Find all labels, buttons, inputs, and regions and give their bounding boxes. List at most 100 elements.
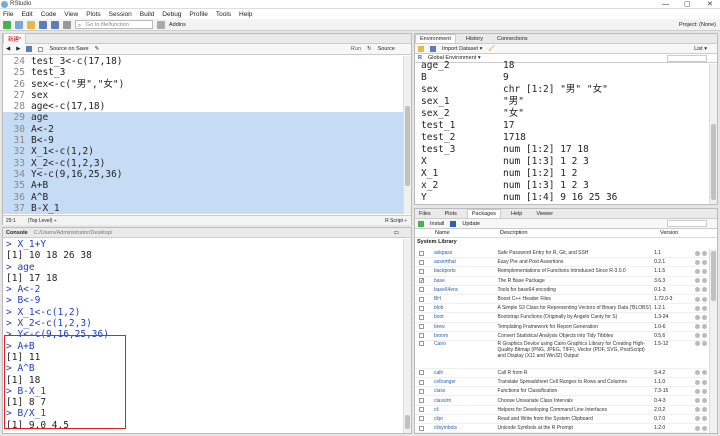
- package-load-checkbox[interactable]: [419, 340, 424, 346]
- code-line[interactable]: 26 sex<-c("男","女"): [3, 79, 403, 90]
- package-remove-icon[interactable]: [702, 379, 707, 385]
- package-name[interactable]: blob: [434, 305, 498, 311]
- package-row[interactable]: class Functions for Classification 7.3-15: [415, 387, 707, 397]
- env-row[interactable]: Xnum [1:3] 1 2 3: [415, 156, 707, 168]
- package-load-checkbox[interactable]: [419, 305, 424, 311]
- back-icon[interactable]: ◀: [6, 46, 10, 52]
- tab-packages[interactable]: Packages: [466, 209, 502, 218]
- code-line[interactable]: 30 A<-2: [3, 123, 403, 136]
- save-workspace-icon[interactable]: [430, 45, 436, 52]
- tab-editor-file[interactable]: 新建*: [3, 33, 27, 44]
- load-workspace-icon[interactable]: [418, 45, 424, 52]
- package-row[interactable]: broom Convert Statistical Analysis Object…: [415, 332, 707, 341]
- package-remove-icon[interactable]: [702, 370, 707, 376]
- code-line[interactable]: 27 sex: [3, 90, 403, 101]
- env-row[interactable]: test_1 17: [415, 120, 707, 132]
- env-row[interactable]: Ynum [1:4] 9 16 25 36: [415, 192, 707, 204]
- package-website-icon[interactable]: [695, 388, 701, 394]
- package-website-icon[interactable]: [695, 287, 701, 293]
- package-row[interactable]: brew Templating Framework for Report Gene…: [415, 323, 707, 332]
- file-type-selector[interactable]: R Script ÷: [385, 218, 407, 224]
- package-website-icon[interactable]: [695, 333, 701, 339]
- package-website-icon[interactable]: [695, 314, 701, 320]
- tab-console[interactable]: Console: [6, 230, 28, 236]
- package-load-checkbox[interactable]: [419, 296, 424, 302]
- package-name[interactable]: broom: [434, 333, 498, 339]
- package-remove-icon[interactable]: [702, 305, 707, 311]
- package-row[interactable]: askpass Safe Password Entry for R, Git, a…: [415, 249, 707, 259]
- package-row[interactable]: clisymbols Unicode Symbols at the R Promp…: [415, 424, 707, 433]
- import-dataset-button[interactable]: Import Dataset ▾: [442, 46, 482, 52]
- menu-debug[interactable]: Debug: [162, 11, 181, 18]
- menu-session[interactable]: Session: [109, 11, 132, 18]
- env-row[interactable]: test_3 num [1:2] 17 18: [415, 144, 707, 156]
- package-website-icon[interactable]: [695, 324, 701, 330]
- package-website-icon[interactable]: [695, 425, 701, 431]
- package-load-checkbox[interactable]: [419, 324, 424, 330]
- console-scrollbar[interactable]: [403, 239, 411, 433]
- menu-tools[interactable]: Tools: [216, 11, 231, 18]
- package-remove-icon[interactable]: [702, 425, 707, 431]
- env-row[interactable]: sex chr [1:2] "男" "女": [415, 84, 707, 96]
- env-row[interactable]: sex_2 "女": [415, 108, 707, 120]
- source-on-save-checkbox[interactable]: [38, 46, 44, 52]
- package-row[interactable]: boot Bootstrap Functions (Originally by A…: [415, 313, 707, 323]
- maximize-button[interactable]: ▢: [684, 0, 691, 9]
- close-button[interactable]: ✕: [707, 0, 713, 9]
- package-remove-icon[interactable]: [702, 268, 707, 274]
- package-website-icon[interactable]: [695, 278, 701, 284]
- package-remove-icon[interactable]: [702, 324, 707, 330]
- package-row[interactable]: cellranger Translate Spreadsheet Cell Ran…: [415, 378, 707, 388]
- package-name[interactable]: cli: [434, 407, 498, 413]
- package-name[interactable]: backports: [434, 268, 498, 274]
- tab-files[interactable]: Files: [415, 210, 435, 218]
- package-website-icon[interactable]: [695, 296, 701, 302]
- package-load-checkbox[interactable]: [419, 259, 424, 265]
- package-website-icon[interactable]: [695, 398, 701, 404]
- package-remove-icon[interactable]: [702, 340, 707, 346]
- source-button[interactable]: Source: [378, 46, 395, 52]
- package-name[interactable]: callr: [434, 370, 498, 376]
- package-load-checkbox[interactable]: [419, 268, 424, 274]
- forward-icon[interactable]: ▶: [16, 46, 20, 52]
- package-remove-icon[interactable]: [702, 407, 707, 413]
- package-remove-icon[interactable]: [702, 287, 707, 293]
- menu-view[interactable]: View: [64, 11, 78, 18]
- package-load-checkbox[interactable]: [419, 314, 424, 320]
- package-row[interactable]: blob A Simple S3 Class for Representing V…: [415, 304, 707, 314]
- package-name[interactable]: base64enc: [434, 287, 498, 293]
- code-editor[interactable]: 24 test_3<-c(17,18) 25 test_3 26 sex<-c("男","…: [3, 56, 403, 214]
- install-button[interactable]: Install: [430, 221, 444, 227]
- new-project-icon[interactable]: [15, 20, 23, 29]
- package-name[interactable]: class: [434, 388, 498, 394]
- package-name[interactable]: clipr: [434, 416, 498, 422]
- package-name[interactable]: cellranger: [434, 379, 498, 385]
- package-remove-icon[interactable]: [702, 278, 707, 284]
- package-load-checkbox[interactable]: [419, 287, 424, 293]
- package-row[interactable]: Cairo R Graphics Device using Cairo Graph…: [415, 340, 707, 369]
- env-row[interactable]: test_2 1718: [415, 132, 707, 144]
- minimize-pane-icon[interactable]: ▭: [394, 230, 399, 236]
- package-load-checkbox[interactable]: [419, 416, 424, 422]
- menu-build[interactable]: Build: [140, 11, 154, 18]
- package-website-icon[interactable]: [695, 416, 701, 422]
- menu-file[interactable]: File: [3, 11, 13, 18]
- package-load-checkbox[interactable]: [419, 333, 424, 339]
- package-load-checkbox[interactable]: [419, 388, 424, 394]
- new-file-icon[interactable]: [3, 20, 11, 29]
- packages-scrollbar[interactable]: [709, 249, 717, 433]
- package-remove-icon[interactable]: [702, 398, 707, 404]
- package-website-icon[interactable]: [695, 305, 701, 311]
- menu-help[interactable]: Help: [239, 11, 252, 18]
- search-packages-input[interactable]: [667, 220, 707, 227]
- package-row[interactable]: BH Boost C++ Header Files 1.72.0-3: [415, 295, 707, 305]
- package-remove-icon[interactable]: [702, 259, 707, 265]
- tab-history[interactable]: History: [462, 35, 487, 43]
- package-remove-icon[interactable]: [702, 333, 707, 339]
- package-name[interactable]: classInt: [434, 398, 498, 404]
- code-line[interactable]: 24 test_3<-c(17,18): [3, 56, 403, 67]
- env-row[interactable]: age_2 18: [415, 60, 707, 72]
- package-load-checkbox[interactable]: [419, 407, 424, 413]
- save-icon[interactable]: [39, 20, 47, 29]
- code-line[interactable]: 25 test_3: [3, 67, 403, 78]
